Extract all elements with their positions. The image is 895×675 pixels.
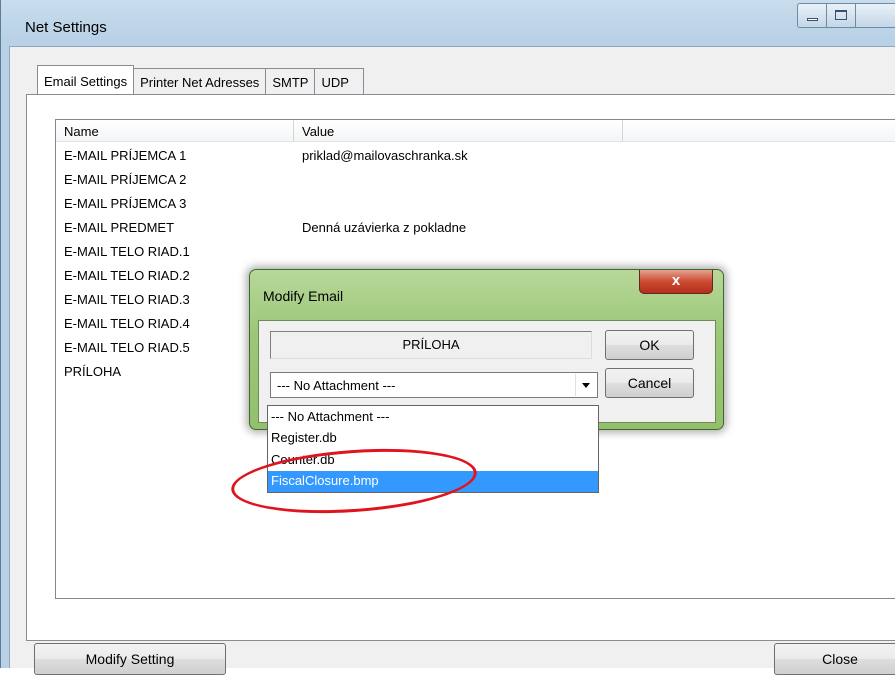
ok-button[interactable]: OK — [605, 330, 694, 360]
close-button[interactable]: Close — [774, 643, 895, 675]
row-value-cell: priklad@mailovaschranka.sk — [302, 148, 468, 163]
column-header-name[interactable]: Name — [56, 120, 294, 142]
column-header-empty — [623, 120, 895, 142]
tab-printer-net-adresses[interactable]: Printer Net Adresses — [133, 68, 267, 95]
tab-udp[interactable]: UDP — [314, 68, 364, 95]
dropdown-option-register-db[interactable]: Register.db — [268, 428, 598, 449]
window-title: Net Settings — [25, 19, 107, 36]
minimize-button[interactable] — [797, 3, 827, 28]
dialog-title: Modify Email — [263, 288, 344, 304]
row-name-cell: E-MAIL TELO RIAD.1 — [64, 244, 190, 259]
row-name-cell: E-MAIL PRÍJEMCA 1 — [64, 148, 187, 163]
row-name-cell: PRÍLOHA — [64, 364, 122, 379]
table-row[interactable]: E-MAIL PRÍJEMCA 2 — [56, 172, 895, 196]
row-name-cell: E-MAIL TELO RIAD.2 — [64, 268, 190, 283]
minimize-icon — [807, 18, 818, 21]
list-header: Name Value — [56, 120, 895, 142]
close-icon: x — [671, 272, 681, 289]
modify-setting-button[interactable]: Modify Setting — [34, 643, 226, 675]
attachment-select-value: --- No Attachment --- — [277, 378, 396, 393]
row-name-cell: E-MAIL TELO RIAD.4 — [64, 316, 190, 331]
row-value-cell: Denná uzávierka z pokladne — [302, 220, 467, 235]
dialog-close-button[interactable]: x — [639, 270, 713, 294]
dropdown-option-counter-db[interactable]: Counter.db — [268, 450, 598, 471]
table-row[interactable]: E-MAIL PREDMET Denná uzávierka z pokladne — [56, 220, 895, 244]
close-window-button[interactable] — [856, 3, 895, 28]
maximize-button[interactable] — [826, 3, 857, 28]
tab-smtp[interactable]: SMTP — [265, 68, 316, 95]
row-name-cell: E-MAIL PRÍJEMCA 2 — [64, 172, 187, 187]
table-row[interactable]: E-MAIL PRÍJEMCA 1 priklad@mailovaschranka… — [56, 148, 895, 172]
dropdown-option-no-attachment[interactable]: --- No Attachment --- — [268, 407, 598, 428]
window-controls — [797, 3, 895, 29]
row-name-cell: E-MAIL PRÍJEMCA 3 — [64, 196, 187, 211]
attachment-dropdown-list: --- No Attachment --- Register.db Counte… — [267, 405, 599, 493]
tab-email-settings[interactable]: Email Settings — [37, 65, 135, 94]
attachment-select[interactable]: --- No Attachment --- — [270, 372, 598, 398]
cancel-button[interactable]: Cancel — [605, 368, 694, 398]
chevron-down-icon[interactable] — [575, 374, 596, 396]
row-name-cell: E-MAIL TELO RIAD.5 — [64, 340, 190, 355]
tab-strip: Email Settings Printer Net Adresses SMTP… — [37, 65, 364, 95]
table-row[interactable]: E-MAIL PRÍJEMCA 3 — [56, 196, 895, 220]
table-row[interactable]: E-MAIL TELO RIAD.1 — [56, 244, 895, 268]
dropdown-option-fiscalclosure-bmp[interactable]: FiscalClosure.bmp — [268, 471, 598, 492]
row-name-cell: E-MAIL PREDMET — [64, 220, 175, 235]
row-name-cell: E-MAIL TELO RIAD.3 — [64, 292, 190, 307]
maximize-icon — [834, 10, 847, 20]
column-header-value[interactable]: Value — [294, 120, 623, 142]
setting-name-field: PRÍLOHA — [270, 331, 592, 359]
